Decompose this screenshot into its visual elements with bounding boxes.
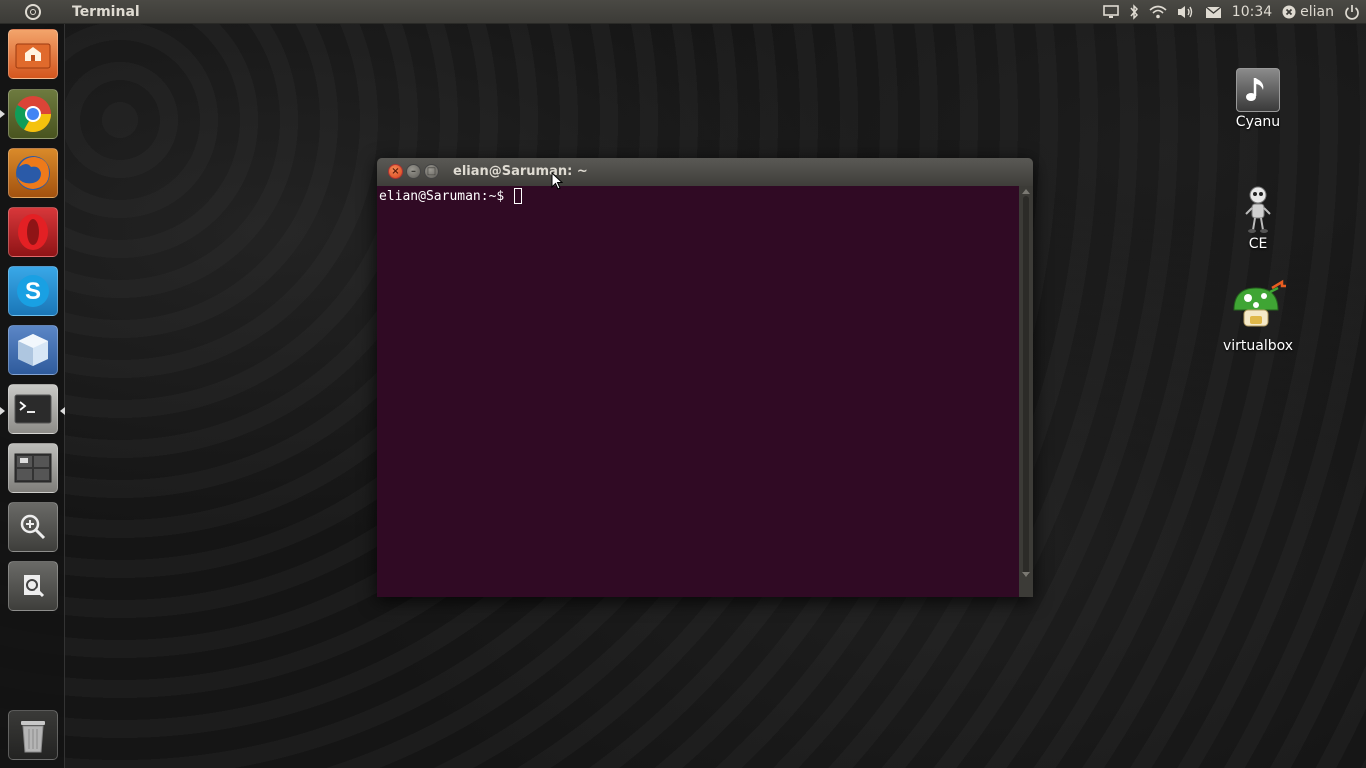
scroll-track[interactable] [1023,196,1029,576]
launcher-search[interactable] [8,561,58,611]
terminal-body[interactable]: elian@Saruman:~$ [377,186,1019,597]
display-indicator[interactable] [1102,4,1119,20]
network-indicator[interactable] [1149,5,1167,19]
launcher-home-folder[interactable] [8,29,58,79]
active-pip [60,407,65,415]
svg-text:S: S [25,278,41,305]
opera-icon [18,214,48,250]
shell-prompt: elian@Saruman:~$ [379,188,513,204]
launcher-firefox[interactable] [8,148,58,198]
minimize-icon: – [411,166,416,177]
bluetooth-indicator[interactable] [1129,4,1139,20]
launcher: S [0,24,65,768]
launcher-chrome[interactable] [8,89,58,139]
desktop-icon-label: CE [1248,236,1268,252]
home-folder-icon [15,43,51,69]
text-cursor [514,188,523,204]
trash-icon [21,721,45,753]
indicator-area: 10:34 elian [1102,0,1360,24]
skype-icon: S [17,275,49,307]
maximize-button[interactable]: □ [424,164,439,179]
robot-icon [1234,186,1282,234]
user-indicator[interactable]: elian [1282,4,1334,20]
top-panel: Terminal 10:34 elian [0,0,1366,24]
running-pip [0,407,5,415]
active-app-title: Terminal [72,3,140,20]
messaging-indicator[interactable] [1205,5,1222,19]
launcher-skype[interactable]: S [8,266,58,316]
launcher-trash[interactable] [8,710,58,760]
volume-icon [1177,6,1192,18]
close-button[interactable]: × [388,164,403,179]
music-note-icon [1236,68,1280,112]
scroll-down-arrow-icon[interactable] [1022,572,1030,577]
prompt-line: elian@Saruman:~$ [379,188,1017,204]
ubuntu-logo-icon [24,3,41,20]
terminal-titlebar[interactable]: × – □ elian@Saruman: ~ [377,158,1033,186]
terminal-window: × – □ elian@Saruman: ~ elian@Saruman:~$ [377,158,1033,597]
minimize-button[interactable]: – [406,164,421,179]
launcher-opera[interactable] [8,207,58,257]
firefox-icon [16,156,50,190]
window-title: elian@Saruman: ~ [453,164,588,179]
maximize-icon: □ [426,166,437,177]
offline-status-icon [1282,5,1296,19]
wifi-icon [1149,5,1167,19]
search-file-icon [24,575,45,598]
dash-home-button[interactable] [0,0,65,24]
power-icon [1345,5,1359,20]
desktop-icon-virtualbox[interactable]: virtualbox [1213,276,1303,354]
magnifier-icon [20,514,46,540]
chrome-icon [14,96,52,133]
session-indicator[interactable] [1344,4,1360,20]
launcher-virtualbox[interactable] [8,325,58,375]
desktop-icon-cyanu[interactable]: Cyanu [1213,68,1303,130]
cube-icon [18,334,48,366]
running-pip [0,110,5,118]
desktop-icon-ce[interactable]: CE [1213,186,1303,252]
sound-indicator[interactable] [1177,4,1195,20]
desktop-icon-label: Cyanu [1235,114,1281,130]
desktop-icon-label: virtualbox [1222,338,1294,354]
user-name: elian [1300,4,1334,20]
launcher-zoom[interactable] [8,502,58,552]
terminal-icon [14,394,52,424]
monitor-icon [1102,5,1119,18]
scroll-up-arrow-icon[interactable] [1022,189,1030,194]
close-icon: × [391,166,400,177]
terminal-scrollbar[interactable] [1019,186,1033,597]
launcher-terminal[interactable] [8,384,58,434]
bluetooth-icon [1130,4,1138,20]
clock[interactable]: 10:34 [1232,4,1272,20]
launcher-workspaces[interactable] [8,443,58,493]
virtualbox-mushroom-icon [1226,276,1290,336]
envelope-icon [1205,5,1222,18]
workspace-switcher-icon [14,453,52,483]
